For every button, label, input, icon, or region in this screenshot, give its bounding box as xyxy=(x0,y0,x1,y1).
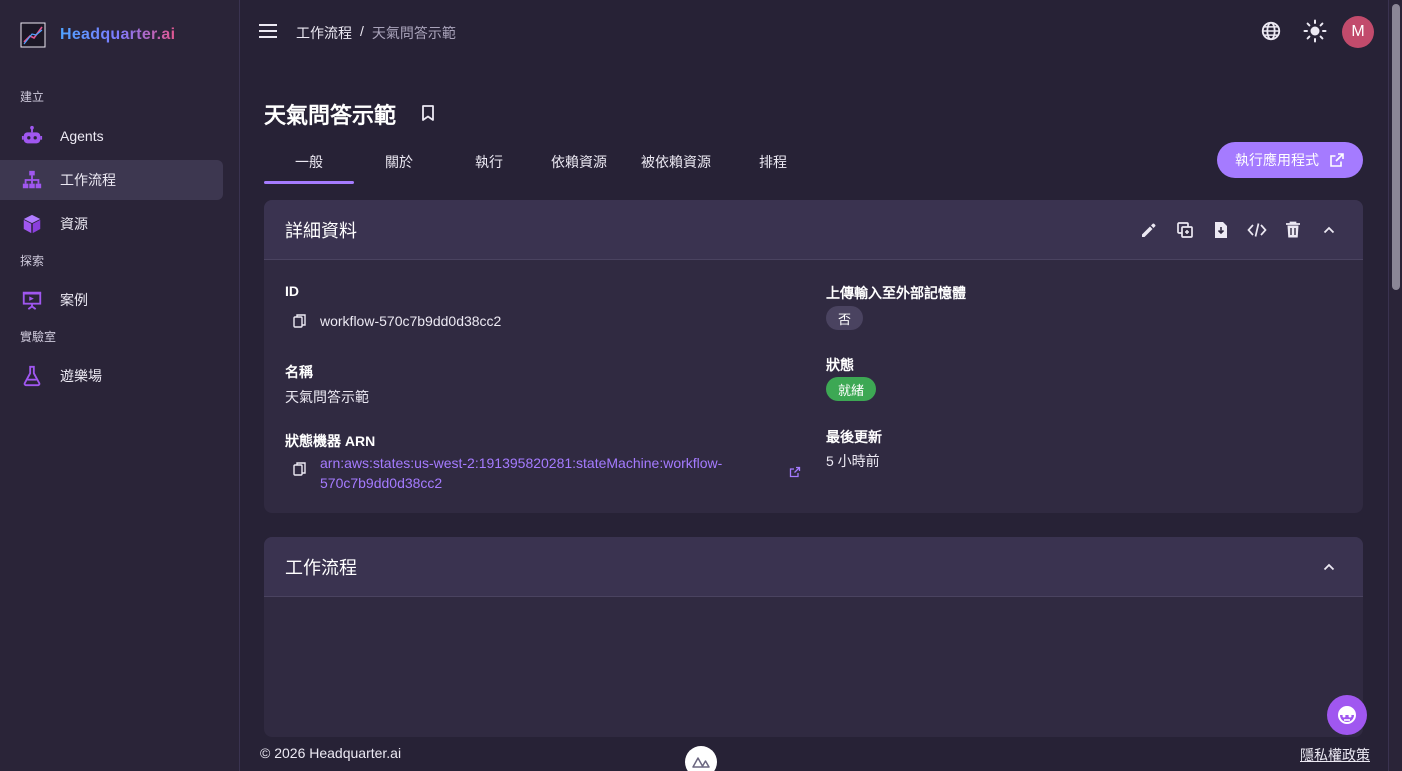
tab-bar: 一般 關於 執行 依賴資源 被依賴資源 排程 xyxy=(264,142,818,184)
brand-name: Headquarter.ai xyxy=(60,26,176,43)
copy-icon[interactable] xyxy=(292,461,308,477)
sidebar-item-label: 資源 xyxy=(60,216,88,232)
arn-line-1: arn:aws:states:us-west-2:191395820281:st… xyxy=(320,455,723,471)
download-file-icon[interactable] xyxy=(1209,218,1233,242)
menu-icon[interactable] xyxy=(259,24,277,38)
sidebar-item-label: 遊樂場 xyxy=(60,368,102,384)
workflow-card-title: 工作流程 xyxy=(285,557,357,578)
nuxt-icon xyxy=(692,757,710,768)
breadcrumb-separator: / xyxy=(360,23,364,39)
name-value: 天氣問答示範 xyxy=(285,389,369,405)
chevron-up-icon[interactable] xyxy=(1317,555,1341,579)
workflow-actions xyxy=(1317,555,1341,579)
breadcrumb: 工作流程 / 天氣問答示範 xyxy=(296,23,456,43)
name-label: 名稱 xyxy=(285,364,313,380)
sun-icon[interactable] xyxy=(1302,18,1328,44)
scrollbar-thumb[interactable] xyxy=(1392,4,1400,290)
tab-schedule[interactable]: 排程 xyxy=(728,142,818,184)
sidebar-item-label: 案例 xyxy=(60,292,88,308)
cube-icon xyxy=(20,212,44,236)
delete-icon[interactable] xyxy=(1281,218,1305,242)
status-badge: 就緒 xyxy=(826,377,877,401)
breadcrumb-current: 天氣問答示範 xyxy=(371,25,456,41)
tab-dependents[interactable]: 被依賴資源 xyxy=(624,142,728,184)
status-label: 狀態 xyxy=(826,357,854,373)
sidebar-item-cases[interactable]: 案例 xyxy=(0,280,223,320)
workflow-card-header: 工作流程 xyxy=(264,537,1363,597)
details-card-title: 詳細資料 xyxy=(285,220,357,241)
sidebar-item-workflows[interactable]: 工作流程 xyxy=(0,160,223,200)
sidebar: Headquarter.ai 建立 Agents 工作流程 資源 探索 案例 實… xyxy=(0,0,240,771)
sidebar-item-label: Agents xyxy=(60,128,104,144)
top-bar: 工作流程 / 天氣問答示範 M xyxy=(240,0,1388,64)
sidebar-item-label: 工作流程 xyxy=(60,172,116,188)
logo-mark-icon xyxy=(20,22,46,48)
details-card-header: 詳細資料 xyxy=(264,200,1363,260)
sitemap-icon xyxy=(20,168,44,192)
tab-about[interactable]: 關於 xyxy=(354,142,444,184)
copy-icon[interactable] xyxy=(292,313,308,329)
section-label-lab: 實驗室 xyxy=(20,330,57,344)
flask-icon xyxy=(20,364,44,388)
code-icon[interactable] xyxy=(1245,218,1269,242)
id-value: workflow-570c7b9dd0d38cc2 xyxy=(320,313,502,329)
breadcrumb-parent[interactable]: 工作流程 xyxy=(296,23,352,43)
updated-label: 最後更新 xyxy=(826,429,882,445)
tab-executions[interactable]: 執行 xyxy=(444,142,534,184)
arn-label: 狀態機器 ARN xyxy=(285,433,376,449)
arn-link[interactable]: arn:aws:states:us-west-2:191395820281:st… xyxy=(320,453,760,493)
presentation-icon xyxy=(20,288,44,312)
assistant-icon xyxy=(1338,706,1356,724)
tab-general[interactable]: 一般 xyxy=(264,142,354,184)
sidebar-item-resources[interactable]: 資源 xyxy=(0,204,223,244)
arn-line-2: 570c7b9dd0d38cc2 xyxy=(320,475,443,491)
page-title: 天氣問答示範 xyxy=(264,103,397,128)
id-label: ID xyxy=(285,283,299,299)
upload-chip: 否 xyxy=(826,306,864,330)
robot-icon xyxy=(20,124,44,148)
external-link-icon xyxy=(1330,153,1344,167)
workflow-card: 工作流程 xyxy=(264,537,1363,737)
avatar[interactable]: M xyxy=(1342,16,1374,48)
chevron-up-icon[interactable] xyxy=(1317,218,1341,242)
run-app-label: 執行應用程式 xyxy=(1235,152,1319,168)
duplicate-icon[interactable] xyxy=(1173,218,1197,242)
scrollbar[interactable] xyxy=(1388,0,1402,771)
section-label-explore: 探索 xyxy=(20,254,45,268)
nuxt-devtools-badge[interactable] xyxy=(685,746,717,771)
details-card: 詳細資料 ID workflow-570c7b9dd0d38cc2 名稱 天氣問… xyxy=(264,200,1363,513)
section-label-create: 建立 xyxy=(20,90,45,104)
brand-logo[interactable]: Headquarter.ai xyxy=(20,22,175,48)
globe-icon[interactable] xyxy=(1258,18,1284,44)
sidebar-item-agents[interactable]: Agents xyxy=(0,116,223,156)
details-actions xyxy=(1137,218,1341,242)
copyright: © 2026 Headquarter.ai xyxy=(260,745,402,761)
run-app-button[interactable]: 執行應用程式 xyxy=(1217,142,1363,178)
external-link-icon[interactable] xyxy=(789,466,801,478)
sidebar-item-playground[interactable]: 遊樂場 xyxy=(0,356,223,396)
tab-dependencies[interactable]: 依賴資源 xyxy=(534,142,624,184)
assistant-button[interactable] xyxy=(1327,695,1367,735)
upload-label: 上傳輸入至外部記憶體 xyxy=(826,285,966,301)
edit-icon[interactable] xyxy=(1137,218,1161,242)
bookmark-icon[interactable] xyxy=(420,104,436,122)
privacy-link[interactable]: 隱私權政策 xyxy=(1300,745,1370,765)
updated-value: 5 小時前 xyxy=(826,453,880,469)
